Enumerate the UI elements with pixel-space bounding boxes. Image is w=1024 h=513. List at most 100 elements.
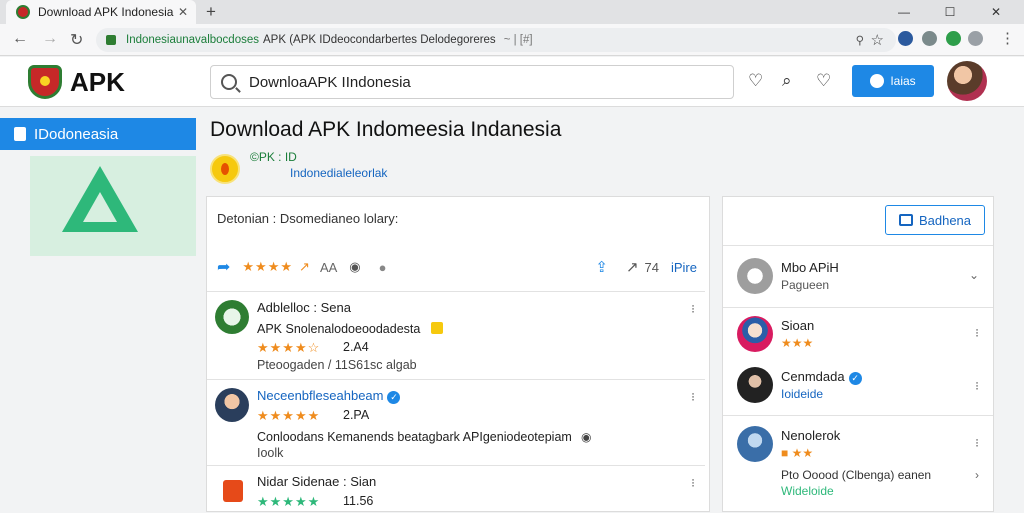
app-meta-line2[interactable]: Indonedialeleorlak bbox=[290, 166, 387, 180]
favicon-icon bbox=[16, 5, 30, 19]
browser-tab[interactable]: Download APK Indonesia ✕ bbox=[6, 0, 196, 24]
shield-logo-icon bbox=[28, 65, 62, 99]
stats-row: ➦ ★★★★ ↗ AA ◉ ● ⇪ ↗ 74 iPire bbox=[217, 255, 697, 279]
app-sub: Pto Ooood (Clbenga) eanen bbox=[781, 468, 932, 482]
list-item[interactable]: Nenolerok ■ ★★ ⁝ Pto Ooood (Clbenga) ean… bbox=[723, 415, 993, 501]
notification-icon[interactable]: ♡ bbox=[748, 71, 763, 91]
sidebar-item-indonesia[interactable]: IDodoneasia bbox=[0, 118, 196, 150]
review-meta: Ioolk bbox=[257, 446, 284, 460]
app-name: Nenolerok bbox=[781, 428, 841, 443]
app-logo-triangle-inner bbox=[83, 192, 117, 222]
chevron-down-icon[interactable]: ⌄ bbox=[969, 268, 979, 282]
stat-count: 74 bbox=[644, 259, 659, 275]
page-title: Download APK Indomeesia Indanesia bbox=[210, 118, 562, 141]
menu-dots-icon[interactable]: ⋮ bbox=[1000, 29, 1015, 47]
minimize-button[interactable]: — bbox=[884, 0, 924, 24]
reviewer-avatar bbox=[215, 474, 249, 508]
globe-icon[interactable]: ◉ bbox=[349, 259, 360, 275]
list-item[interactable]: Sioan ★★★ ⁝ bbox=[723, 307, 993, 359]
forward-arrow-icon[interactable]: → bbox=[42, 30, 58, 48]
reviewer-name[interactable]: Adblelloc : Sena bbox=[257, 300, 351, 315]
app-meta-line1: ©PK : ID bbox=[250, 150, 297, 164]
app-sub: Pagueen bbox=[781, 278, 830, 292]
list-item: Neceenbfleseahbeam ✓ ⁝ ★★★★★ 2.PA Conlood… bbox=[207, 379, 705, 465]
review-rating: 11.56 bbox=[343, 494, 374, 508]
heart-icon[interactable]: ♡ bbox=[816, 71, 831, 91]
review-meta: Pteoogaden / 11S61sc algab bbox=[257, 358, 417, 372]
related-action-button[interactable]: Badhena bbox=[885, 205, 985, 235]
more-icon[interactable]: ⁝ bbox=[691, 476, 695, 490]
app-name: Sioan bbox=[781, 318, 815, 333]
review-text: APK Snolenalodoeoodadesta bbox=[257, 322, 421, 336]
extension-icon[interactable] bbox=[898, 31, 913, 46]
search-input[interactable]: DownloaAPK IIndonesia bbox=[210, 65, 734, 99]
logo-text: APK bbox=[70, 66, 125, 97]
more-icon[interactable]: ⁝ bbox=[691, 390, 695, 404]
app-meta: ©PK : ID Indonedialeleorlak bbox=[210, 148, 710, 192]
search-icon bbox=[221, 74, 237, 90]
emoji-icon bbox=[431, 322, 443, 334]
bookmark-star-icon[interactable]: ☆ bbox=[871, 31, 884, 49]
trending-icon: ↗ bbox=[299, 259, 310, 274]
extension-icon[interactable] bbox=[946, 31, 961, 46]
close-window-button[interactable]: ✕ bbox=[976, 0, 1016, 24]
back-arrow-icon[interactable]: ← bbox=[12, 30, 28, 48]
maximize-button[interactable]: ☐ bbox=[930, 0, 970, 24]
list-item: Adblelloc : Sena ⁝ APK Snolenalodoeoodad… bbox=[207, 291, 705, 379]
app-extra: Wideloide bbox=[781, 484, 834, 498]
reviewer-name-row[interactable]: Neceenbfleseahbeam ✓ bbox=[257, 388, 401, 404]
review-rating: 2.PA bbox=[343, 408, 370, 422]
site-header: APK DownloaAPK IIndonesia ♡ ⌕ ♡ Iaias bbox=[0, 57, 1024, 107]
url-domain: Indonesiaunavalbocdoses bbox=[126, 34, 259, 46]
rating-stars: ★★★★ bbox=[242, 259, 294, 274]
url-path: APK (APK IDdeocondarbertes Delodegoreres bbox=[263, 34, 496, 46]
app-avatar bbox=[737, 426, 773, 462]
site-logo[interactable]: APK bbox=[28, 65, 125, 99]
app-name: Cenmdada bbox=[781, 369, 845, 384]
url-suffix: ~ | [#] bbox=[503, 34, 533, 46]
app-stars: ■ ★★ bbox=[781, 446, 814, 460]
reviewer-avatar bbox=[215, 388, 249, 422]
related-apps-panel: Badhena Mbo APiH Pagueen ⌄ Sioan ★★★ ⁝ C… bbox=[722, 196, 994, 512]
verified-badge-icon: ✓ bbox=[387, 391, 401, 404]
more-icon[interactable]: ⁝ bbox=[975, 436, 979, 450]
extension-icon[interactable] bbox=[968, 31, 983, 46]
more-icon[interactable]: ⁝ bbox=[975, 326, 979, 340]
reviewer-avatar bbox=[215, 300, 249, 334]
reload-icon[interactable]: ↻ bbox=[70, 30, 83, 50]
search-value: DownloaAPK IIndonesia bbox=[249, 73, 411, 91]
globe-icon: ◉ bbox=[581, 430, 592, 444]
url-field[interactable]: Indonesiaunavalbocdoses APK (APK IDdeoco… bbox=[96, 28, 896, 52]
more-icon[interactable]: ⁝ bbox=[691, 302, 695, 316]
app-avatar bbox=[737, 258, 773, 294]
more-icon[interactable]: ⁝ bbox=[975, 379, 979, 393]
browser-tab-bar: Download APK Indonesia ✕ + — ☐ ✕ bbox=[0, 0, 1024, 24]
address-toolbar: ← → ↻ Indonesiaunavalbocdoses APK (APK I… bbox=[0, 24, 1024, 56]
key-icon[interactable]: ⚲ bbox=[856, 33, 864, 47]
review-text: Conloodans Kemanends beatagbark APIgenio… bbox=[257, 430, 572, 444]
list-item[interactable]: Cenmdada ✓ Ioideide ⁝ bbox=[723, 359, 993, 415]
app-name: Mbo APiH bbox=[781, 260, 839, 275]
review-stars: ★★★★★ bbox=[257, 408, 321, 423]
bell-icon[interactable]: ⌕ bbox=[782, 71, 792, 91]
info-icon[interactable]: ● bbox=[379, 260, 387, 275]
list-item[interactable]: Mbo APiH Pagueen ⌄ bbox=[723, 245, 993, 307]
tab-close-icon[interactable]: ✕ bbox=[178, 5, 188, 19]
header-action-button[interactable]: Iaias bbox=[852, 65, 934, 97]
avatar[interactable] bbox=[947, 61, 987, 101]
upload-icon[interactable]: ⇪ bbox=[595, 258, 608, 276]
reviewer-name: Neceenbfleseahbeam bbox=[257, 388, 384, 403]
app-avatar bbox=[737, 367, 773, 403]
app-detail-card: Detonian : Dsomedianeo lolary: ➦ ★★★★ ↗ … bbox=[206, 196, 710, 512]
share-arrow-icon[interactable]: ➦ bbox=[217, 257, 230, 277]
review-stars: ★★★★☆ bbox=[257, 340, 321, 355]
share-icon[interactable]: ↗ bbox=[626, 258, 639, 276]
app-avatar bbox=[737, 316, 773, 352]
stat-label[interactable]: iPire bbox=[671, 260, 697, 275]
chevron-right-icon[interactable]: › bbox=[975, 468, 979, 482]
reviewer-name[interactable]: Nidar Sidenae : Sian bbox=[257, 474, 376, 489]
app-icon bbox=[210, 154, 240, 184]
rating-count: AA bbox=[319, 259, 338, 275]
new-tab-button[interactable]: + bbox=[206, 2, 216, 22]
extension-icon[interactable] bbox=[922, 31, 937, 46]
